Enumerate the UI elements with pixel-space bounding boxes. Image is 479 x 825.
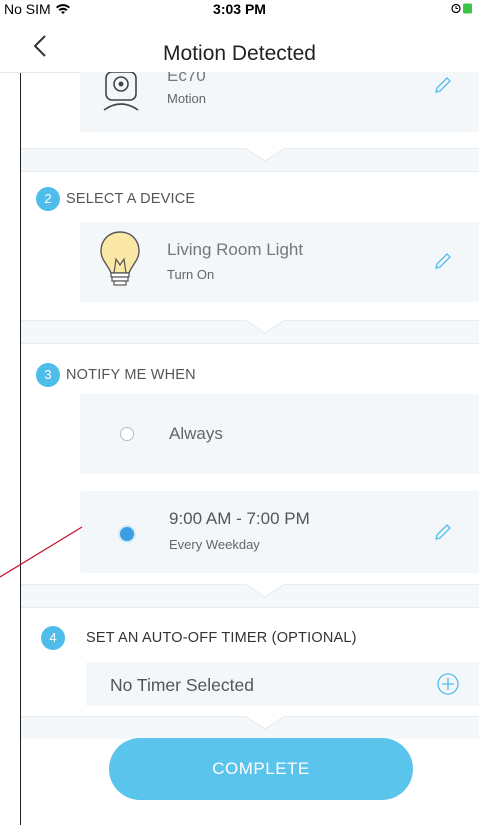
light-bulb-icon xyxy=(100,231,140,286)
battery-icon xyxy=(451,3,472,14)
step-label-select-device: SELECT A DEVICE xyxy=(66,191,196,207)
trigger-device-card[interactable]: Ec70 Motion xyxy=(80,72,479,132)
divider-notch xyxy=(245,584,285,598)
step-number-4: 4 xyxy=(41,626,65,650)
divider-notch xyxy=(245,320,285,334)
divider-notch xyxy=(245,716,285,730)
schedule-time-range: 9:00 AM - 7:00 PM xyxy=(169,509,310,528)
step-label-auto-off-timer: SET AN AUTO-OFF TIMER (OPTIONAL) xyxy=(86,630,357,646)
camera-device-icon xyxy=(103,72,139,111)
divider-notch xyxy=(245,148,285,162)
action-device-card[interactable]: Living Room Light Turn On xyxy=(80,222,479,302)
step-number-3: 3 xyxy=(36,363,60,387)
action-device-name: Living Room Light xyxy=(167,240,304,259)
timer-value: No Timer Selected xyxy=(110,675,254,695)
edit-pencil-icon[interactable] xyxy=(432,250,454,272)
section-divider xyxy=(21,320,479,344)
notify-option-schedule[interactable]: 9:00 AM - 7:00 PM Every Weekday xyxy=(80,491,479,573)
step-number-2: 2 xyxy=(36,187,60,211)
page-title: Motion Detected xyxy=(163,42,316,65)
option-always-label: Always xyxy=(169,424,223,443)
trigger-device-name: Ec70 xyxy=(167,72,206,85)
clock: 3:03 PM xyxy=(213,1,266,17)
radio-schedule-selected[interactable] xyxy=(118,525,136,543)
status-bar: No SIM 3:03 PM xyxy=(0,0,479,20)
timer-selector[interactable]: No Timer Selected xyxy=(86,662,479,706)
notify-option-always[interactable]: Always xyxy=(80,394,479,474)
edit-pencil-icon[interactable] xyxy=(432,74,454,96)
add-circle-icon[interactable] xyxy=(436,672,460,696)
section-divider xyxy=(21,148,479,172)
radio-always[interactable] xyxy=(120,427,134,441)
nav-bar: Motion Detected xyxy=(0,20,479,73)
rule-editor-content: Ec70 Motion 2 SELECT A DEVICE Living Roo… xyxy=(21,72,479,825)
edit-pencil-icon[interactable] xyxy=(432,521,454,543)
schedule-days: Every Weekday xyxy=(169,537,260,552)
complete-button[interactable]: COMPLETE xyxy=(109,738,413,800)
section-divider xyxy=(21,716,479,739)
trigger-device-event: Motion xyxy=(167,91,207,106)
step-label-notify-me-when: NOTIFY ME WHEN xyxy=(66,367,196,383)
section-divider xyxy=(21,584,479,608)
action-device-state: Turn On xyxy=(167,267,215,282)
